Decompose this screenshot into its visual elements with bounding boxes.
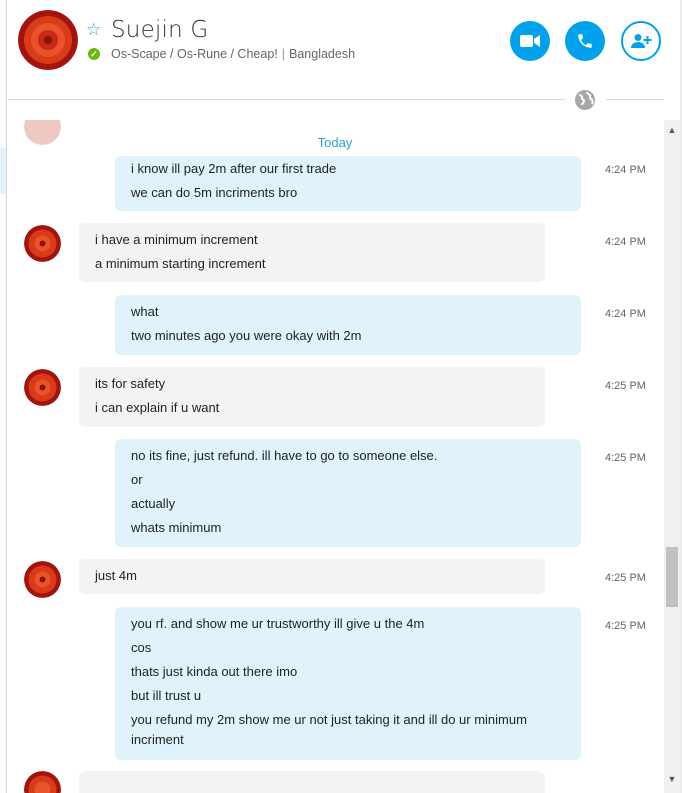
chat-scrollbar[interactable]: ▲ ▼ bbox=[664, 120, 680, 793]
message-bubble[interactable] bbox=[79, 771, 545, 793]
message-timestamp: 4:25 PM bbox=[605, 452, 646, 464]
message-bubble[interactable]: just 4m bbox=[79, 559, 545, 594]
video-camera-icon bbox=[520, 35, 540, 47]
message-line: no its fine, just refund. ill have to go… bbox=[131, 448, 438, 463]
message-bubble[interactable]: no its fine, just refund. ill have to go… bbox=[115, 439, 581, 547]
message-line: just 4m bbox=[95, 568, 137, 583]
add-person-icon bbox=[631, 34, 652, 48]
message-bubble[interactable]: what two minutes ago you were okay with … bbox=[115, 295, 581, 355]
message-line: you refund my 2m show me ur not just tak… bbox=[131, 712, 527, 747]
message-line: i can explain if u want bbox=[95, 400, 220, 415]
contact-avatar-small[interactable] bbox=[24, 771, 61, 793]
contact-avatar-small[interactable] bbox=[24, 561, 61, 598]
message-timestamp: 4:25 PM bbox=[605, 572, 646, 584]
favorite-star-icon[interactable]: ☆ bbox=[86, 20, 101, 40]
conversation-header: ☆ Suejin G ✓ Os-Scape / Os-Rune / Cheap!… bbox=[8, 0, 682, 100]
message-timestamp: 4:25 PM bbox=[605, 380, 646, 392]
message-line: i know ill pay 2m after our first trade bbox=[131, 161, 337, 176]
phone-icon bbox=[578, 34, 592, 48]
contact-mood: Os-Scape / Os-Rune / Cheap! | Bangladesh bbox=[111, 47, 355, 61]
voice-call-button[interactable] bbox=[565, 21, 605, 61]
message-line: actually bbox=[131, 496, 176, 511]
message-list[interactable]: Today i know ill pay 2m after our first … bbox=[8, 120, 664, 793]
video-call-button[interactable] bbox=[510, 21, 550, 61]
add-people-button[interactable] bbox=[621, 21, 661, 61]
message-line: you rf. and show me ur trustworthy ill g… bbox=[131, 616, 425, 631]
message-line: two minutes ago you were okay with 2m bbox=[131, 328, 362, 343]
contact-location: Bangladesh bbox=[289, 47, 356, 61]
contact-avatar-small[interactable] bbox=[24, 225, 61, 262]
header-divider-right bbox=[606, 99, 664, 100]
left-panel-edge bbox=[0, 0, 7, 793]
scroll-down-arrow-icon[interactable]: ▼ bbox=[664, 771, 680, 787]
globe-icon[interactable] bbox=[574, 89, 596, 111]
message-timestamp: 4:24 PM bbox=[605, 236, 646, 248]
message-bubble[interactable]: i have a minimum increment a minimum sta… bbox=[79, 223, 545, 282]
contact-avatar-small[interactable] bbox=[24, 369, 61, 406]
message-timestamp: 4:25 PM bbox=[605, 620, 646, 632]
header-divider bbox=[8, 99, 565, 100]
mood-separator: | bbox=[281, 47, 285, 61]
chat-window: { "contact": { "name": "Suejin G", "mood… bbox=[0, 0, 682, 793]
message-line: whats minimum bbox=[131, 520, 222, 535]
message-line: we can do 5m incriments bro bbox=[131, 185, 298, 200]
scroll-thumb[interactable] bbox=[666, 547, 678, 607]
message-line: i have a minimum increment bbox=[95, 232, 258, 247]
contact-avatar[interactable] bbox=[18, 10, 78, 70]
message-line: its for safety bbox=[95, 376, 166, 391]
message-bubble[interactable]: i know ill pay 2m after our first trade … bbox=[115, 156, 581, 211]
selected-conversation-marker bbox=[0, 148, 6, 194]
contact-name[interactable]: Suejin G bbox=[111, 17, 208, 43]
message-line: thats just kinda out there imo bbox=[131, 664, 298, 679]
message-bubble[interactable]: you rf. and show me ur trustworthy ill g… bbox=[115, 607, 581, 760]
date-separator: Today bbox=[317, 135, 353, 150]
message-timestamp: 4:24 PM bbox=[605, 164, 646, 176]
message-line: a minimum starting increment bbox=[95, 256, 266, 271]
scroll-up-arrow-icon[interactable]: ▲ bbox=[664, 122, 680, 138]
message-bubble[interactable]: its for safety i can explain if u want bbox=[79, 367, 545, 427]
message-line: but ill trust u bbox=[131, 688, 202, 703]
online-status-icon: ✓ bbox=[88, 48, 100, 60]
mood-message: Os-Scape / Os-Rune / Cheap! bbox=[111, 47, 278, 61]
message-timestamp: 4:24 PM bbox=[605, 308, 646, 320]
message-line: or bbox=[131, 472, 143, 487]
message-line: cos bbox=[131, 640, 152, 655]
message-line: what bbox=[131, 304, 159, 319]
